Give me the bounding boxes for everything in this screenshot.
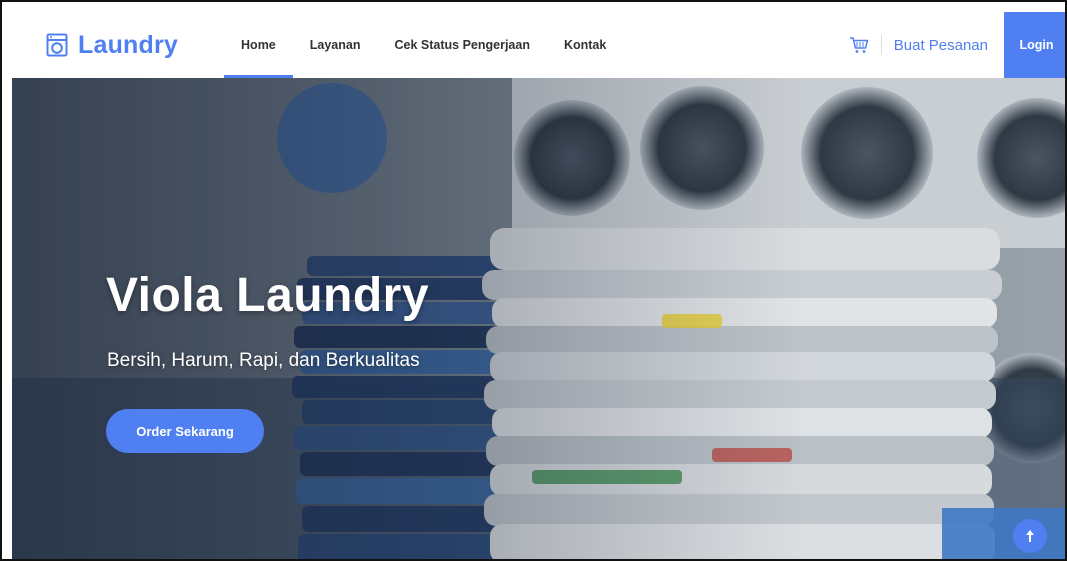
login-button[interactable]: Login <box>1004 12 1065 78</box>
brand-logo[interactable]: Laundry <box>46 31 178 60</box>
nav-menu: Home Layanan Cek Status Pengerjaan Konta… <box>224 12 623 78</box>
nav-item-layanan[interactable]: Layanan <box>293 12 378 78</box>
hero-section: Viola Laundry Bersih, Harum, Rapi, dan B… <box>12 78 1065 559</box>
cart-icon[interactable] <box>849 36 869 54</box>
buat-pesanan-link[interactable]: Buat Pesanan <box>894 37 988 54</box>
brand-name: Laundry <box>78 30 179 59</box>
nav-item-cek-status[interactable]: Cek Status Pengerjaan <box>377 12 546 78</box>
nav-item-home[interactable]: Home <box>224 12 293 78</box>
nav-actions: Buat Pesanan Login <box>849 12 1065 78</box>
nav-divider <box>880 35 882 55</box>
arrow-up-icon <box>1026 530 1034 542</box>
page-frame: Laundry Home Layanan Cek Status Pengerja… <box>0 0 1067 561</box>
washing-machine-icon <box>46 33 68 57</box>
order-sekarang-button[interactable]: Order Sekarang <box>106 409 264 453</box>
hero-title: Viola Laundry <box>106 269 430 322</box>
hero-subtitle: Bersih, Harum, Rapi, dan Berkualitas <box>107 350 420 371</box>
scroll-top-button[interactable] <box>1013 519 1047 553</box>
navbar: Laundry Home Layanan Cek Status Pengerja… <box>12 12 1065 78</box>
nav-item-kontak[interactable]: Kontak <box>547 12 623 78</box>
